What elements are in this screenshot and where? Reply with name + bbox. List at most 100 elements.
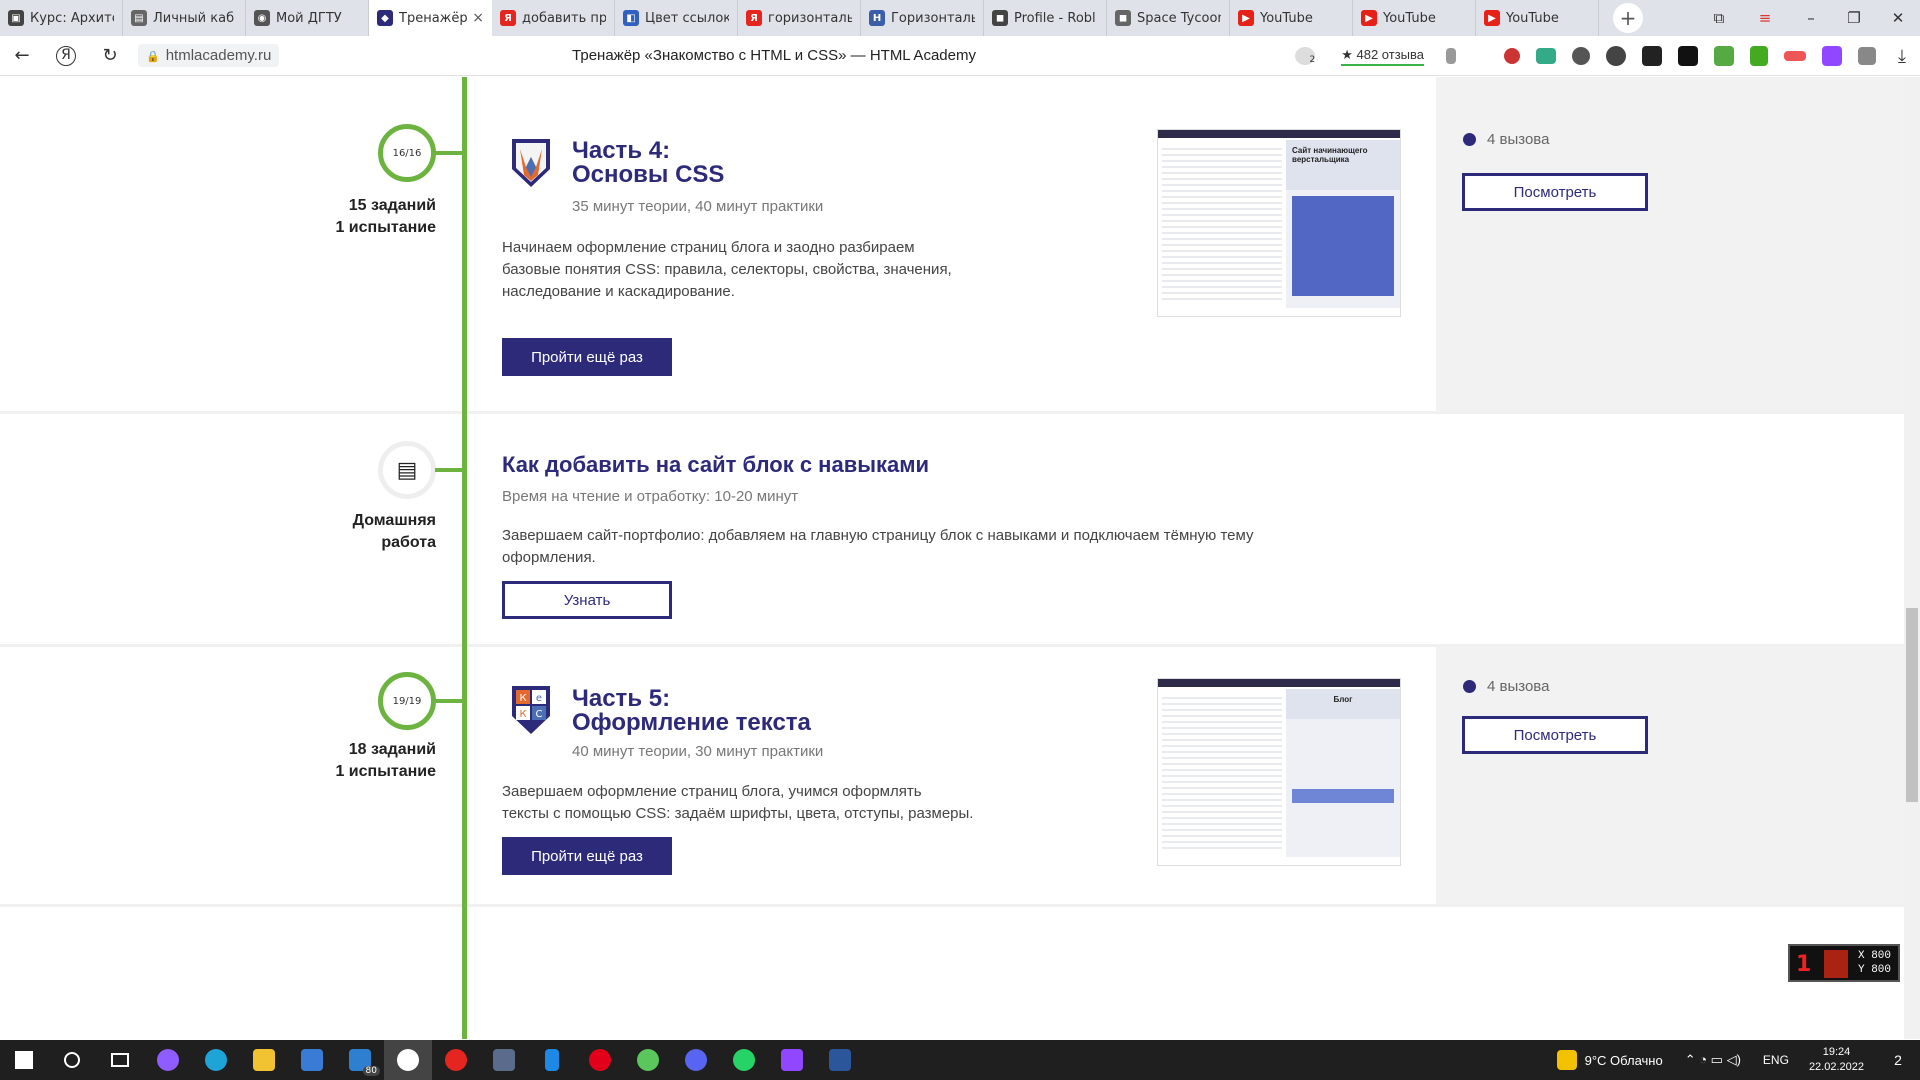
start-icon[interactable] [0,1040,48,1080]
tab[interactable]: ▤ Личный каб [123,0,246,36]
close-tab-icon[interactable]: × [468,10,484,26]
tab[interactable]: ▶ YouTube [1476,0,1599,36]
yandex-browser-icon[interactable] [384,1040,432,1080]
preview-heading: Блог [1286,689,1400,719]
close-window-button[interactable]: ✕ [1876,0,1920,36]
yandex-icon[interactable] [432,1040,480,1080]
tab-bar: ▣ Курс: Архите ▤ Личный каб ◉ Мой ДГТУ ◆ Тре… [0,0,1920,36]
overlay-coordinates: X 800 Y 800 [1858,949,1891,977]
tab[interactable]: Ягоризонталь [738,0,861,36]
downloads-icon[interactable]: ⤓ [1884,46,1920,67]
vk-icon[interactable] [1678,46,1698,66]
retry-button[interactable]: Пройти ещё раз [502,837,672,875]
calls-count: 4 вызова [1487,678,1550,695]
calls-dot-icon [1463,133,1476,146]
store-icon[interactable] [288,1040,336,1080]
extension-icon[interactable] [1504,48,1520,64]
tab[interactable]: ▶ YouTube [1230,0,1353,36]
bookmark-icon[interactable] [1446,48,1456,64]
extension-icon[interactable] [1572,47,1590,65]
fox-badge-icon [512,139,550,187]
view-button[interactable]: Посмотреть [1462,173,1648,211]
phone-icon[interactable] [528,1040,576,1080]
explorer-icon[interactable] [240,1040,288,1080]
menu-icon[interactable]: ≡ [1743,0,1787,36]
homework-label-line: работа [381,534,436,551]
telegram-icon[interactable] [624,1040,672,1080]
clock[interactable]: 19:24 22.02.2022 [1809,1045,1864,1075]
task-view-icon[interactable] [96,1040,144,1080]
timeline-connector [435,468,465,472]
youtube-icon: ▶ [1361,10,1377,26]
tab[interactable]: ◼ Space Tycoon [1107,0,1230,36]
extension-icon[interactable] [1714,46,1734,66]
search-icon[interactable] [48,1040,96,1080]
new-tab-button[interactable]: + [1613,3,1643,33]
preview-toolbar [1158,130,1400,138]
favicon-icon: ▣ [8,10,24,26]
course-description: Завершаем оформление страниц блога, учим… [502,781,973,825]
extension-icon[interactable] [1784,51,1806,61]
homework-circle: ▤ [378,441,436,499]
course-preview-image[interactable]: Блог [1157,678,1401,866]
weather-icon [1556,1050,1577,1070]
page-scrollbar[interactable] [1904,77,1920,1039]
opera-icon[interactable] [576,1040,624,1080]
twitch-icon[interactable] [1822,46,1842,66]
description-line: тексты с помощью CSS: задаём шрифты, цве… [502,805,974,822]
scrollbar-thumb[interactable] [1906,608,1918,802]
reviews-link[interactable]: ★ 482 отзыва [1341,47,1424,66]
tab[interactable]: H Горизонталь [861,0,984,36]
course-section-part5: 4 вызова Посмотреть 19/19 18 заданий 1 и… [0,647,1904,907]
tab[interactable]: ◼ Profile - Robl [984,0,1107,36]
maximize-button[interactable]: ❐ [1832,0,1876,36]
course-section-part4: 4 вызова Посмотреть 16/16 15 заданий 1 и… [0,77,1904,414]
homework-title: Как добавить на сайт блок с навыками [502,452,930,477]
tab[interactable]: ◉ Мой ДГТУ [246,0,369,36]
page-content: 4 вызова Посмотреть 16/16 15 заданий 1 и… [0,77,1904,1039]
tab[interactable]: ▣ Курс: Архите [0,0,123,36]
alice-icon[interactable] [144,1040,192,1080]
key-icon[interactable]: 2 [1295,47,1316,65]
badge-letter: С [536,709,543,720]
youtube-icon: ▶ [1484,10,1500,26]
retry-button[interactable]: Пройти ещё раз [502,338,672,376]
tasks-label: 18 заданий [348,741,436,758]
tab[interactable]: ▶ YouTube [1353,0,1476,36]
course-preview-image[interactable]: Сайт начинающего верстальщика [1157,129,1401,317]
timeline-line [462,77,467,1039]
mail-icon[interactable]: 80 [336,1040,384,1080]
stats-panel: 4 вызова Посмотреть [1436,647,1904,904]
twitch-icon[interactable] [768,1040,816,1080]
whatsapp-icon[interactable] [720,1040,768,1080]
course-name: Оформление текста [572,709,811,736]
extension-icon[interactable] [1536,48,1556,64]
course-title: Часть 4: Основы CSS [572,139,724,187]
word-icon[interactable] [816,1040,864,1080]
notifications-icon[interactable]: 2 [1876,1052,1920,1068]
calculator-icon[interactable] [480,1040,528,1080]
extension-icon[interactable] [1606,46,1626,66]
tab-active[interactable]: ◆ Тренажёр × [369,0,492,36]
language-indicator[interactable]: ENG [1763,1053,1789,1067]
extension-icon[interactable] [1642,46,1662,66]
tasks-count: 18 заданий 1 испытание [335,739,436,783]
tab[interactable]: ◧ Цвет ссылок [615,0,738,36]
discord-icon[interactable] [672,1040,720,1080]
view-button[interactable]: Посмотреть [1462,716,1648,754]
edge-icon[interactable] [192,1040,240,1080]
overlay-number: 1 [1796,952,1812,977]
description-line: наследование и каскадирование. [502,283,735,300]
favicon-icon: ◼ [1115,10,1131,26]
tray-icons[interactable]: ⌃ ◔ ▭ ◁) [1685,1052,1741,1068]
download-arrow-icon[interactable] [1750,46,1768,66]
weather-text[interactable]: 9°C Облачно [1585,1053,1663,1068]
collections-icon[interactable] [1858,47,1876,65]
address-bar: ← Я ↻ 🔒 htmlacademy.ru Тренажёр «Знакомст… [0,36,1920,76]
badge-letter: К [519,709,526,720]
taskbar: 80 9°C Облачно ⌃ ◔ ▭ ◁) ENG 19:24 22.02.… [0,1040,1920,1080]
tabs-list-icon[interactable]: ⧉ [1697,0,1741,36]
minimize-button[interactable]: – [1789,0,1833,36]
tab[interactable]: Ядобавить пр [492,0,615,36]
learn-button[interactable]: Узнать [502,581,672,619]
